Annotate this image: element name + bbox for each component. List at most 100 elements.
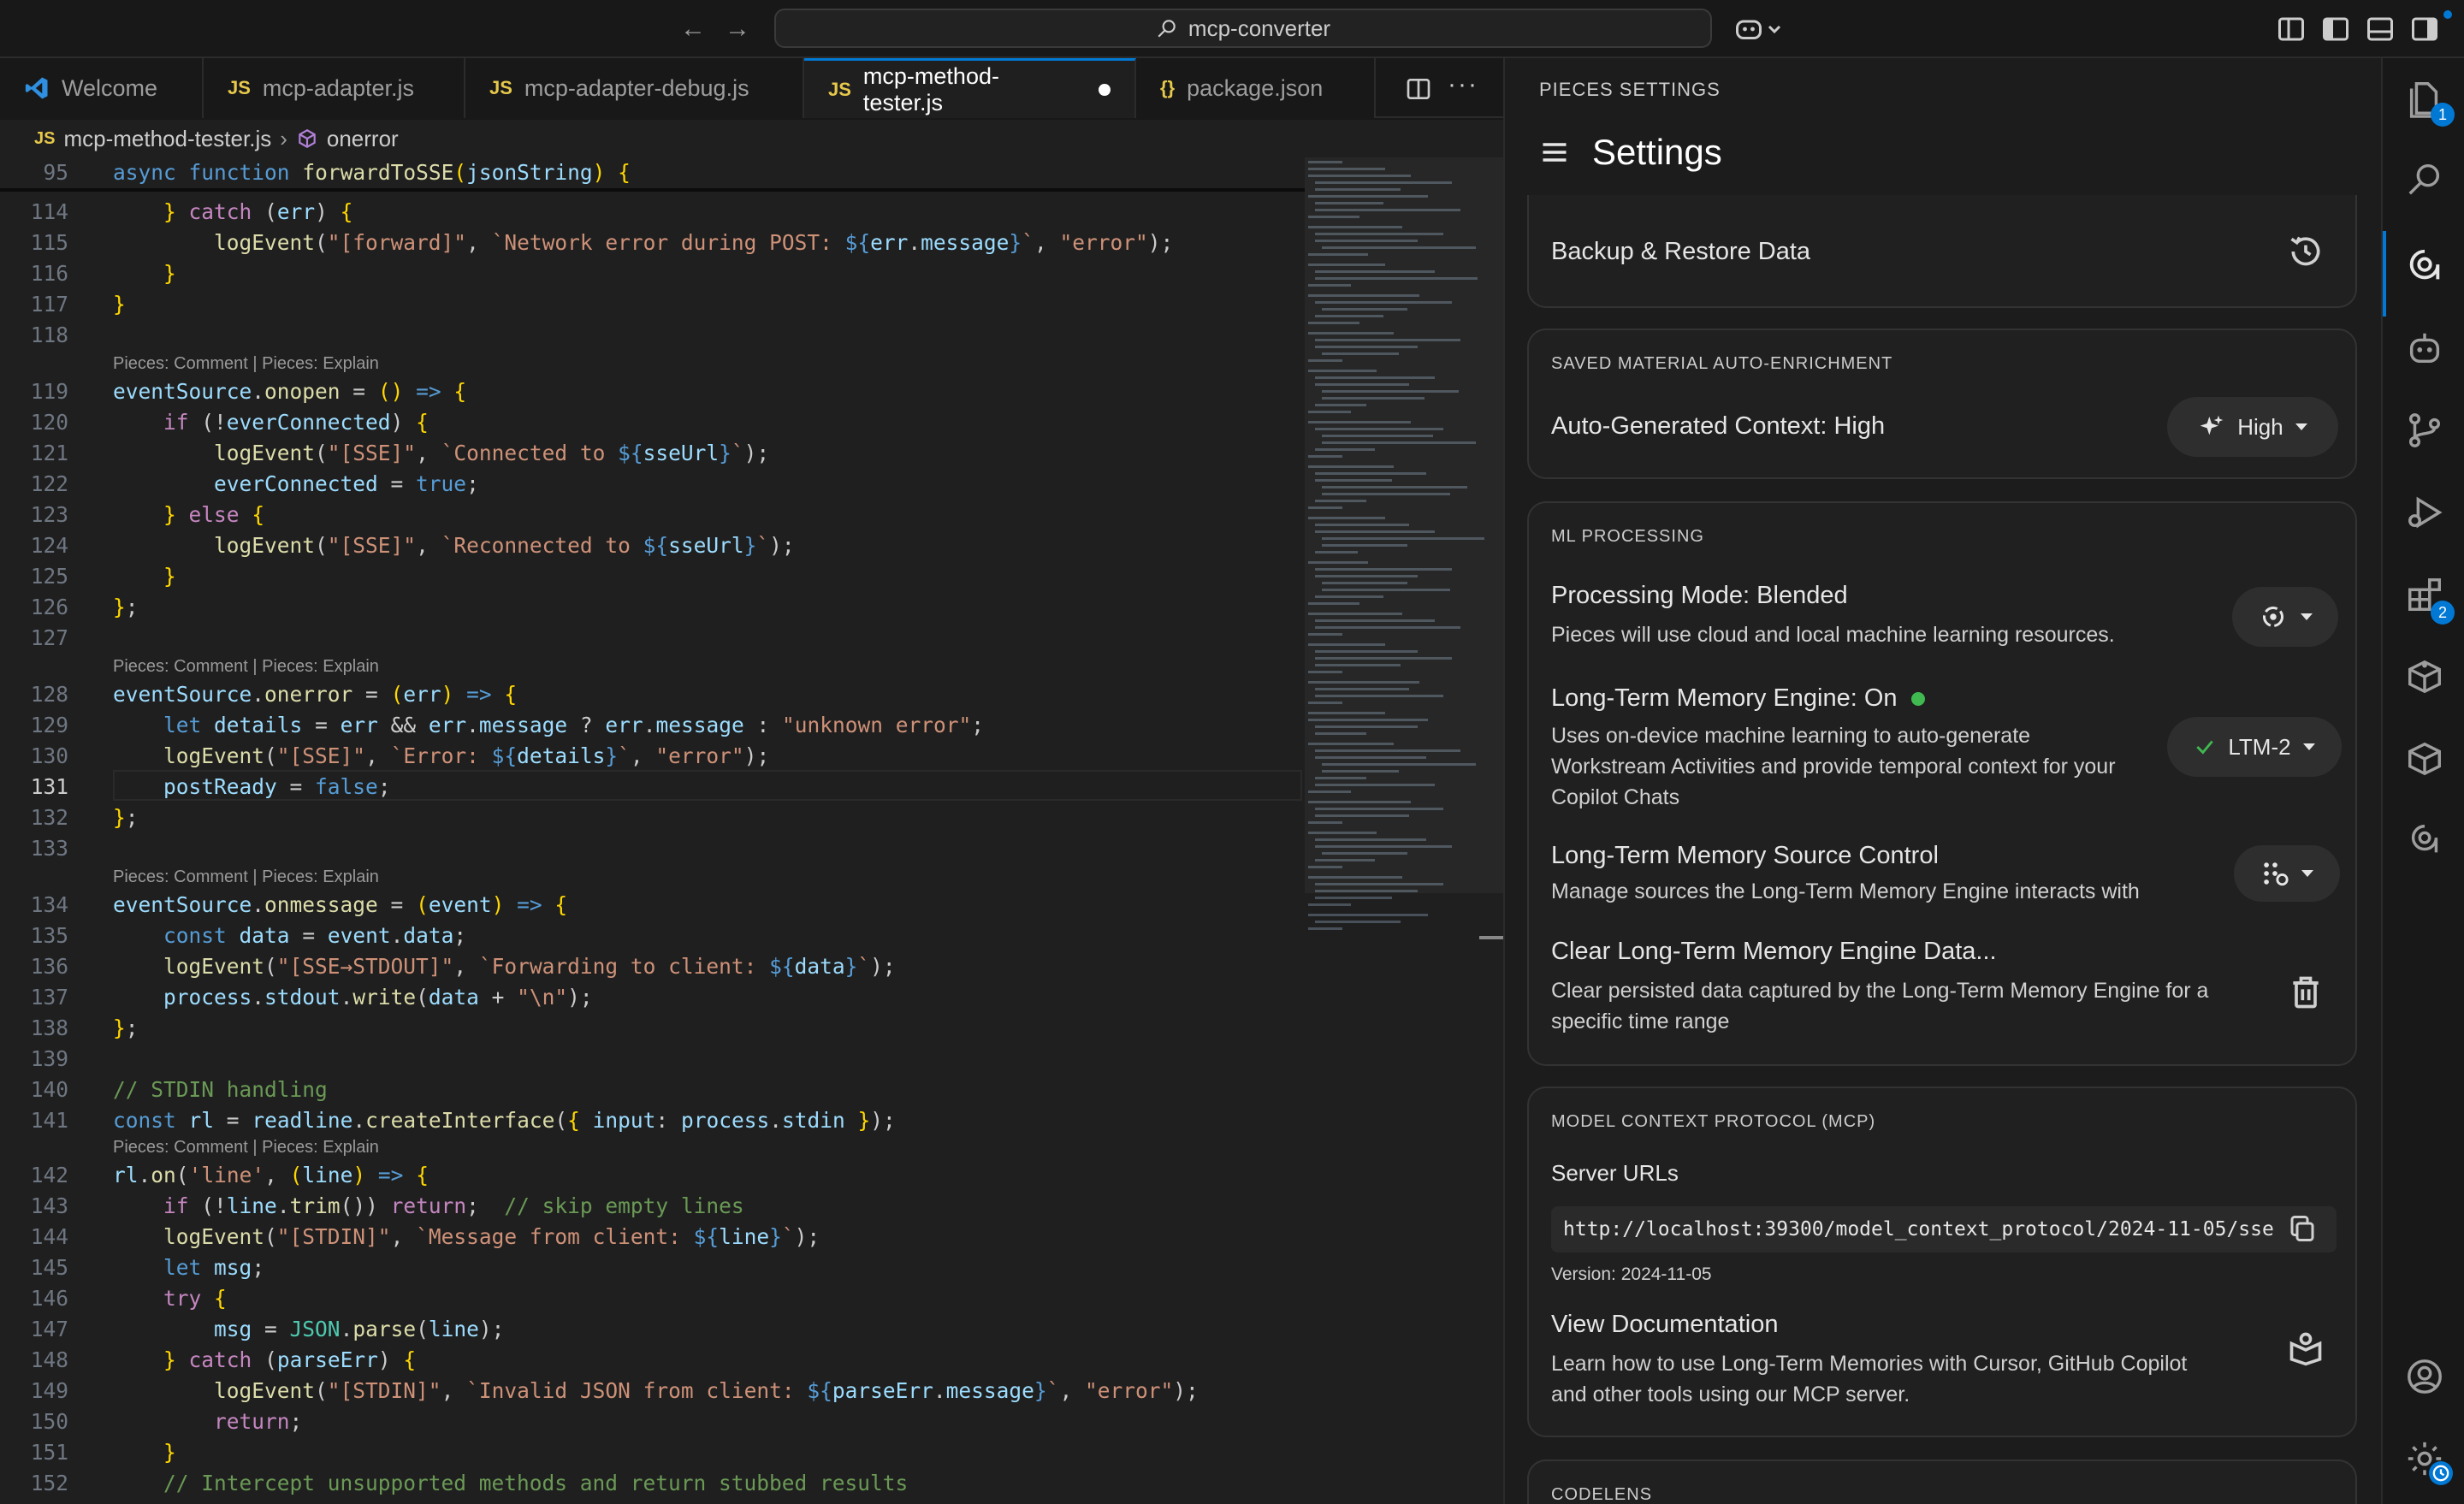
line-number: 152 bbox=[30, 1471, 68, 1495]
tab-welcome[interactable]: Welcome bbox=[0, 58, 204, 118]
source-control-icon[interactable] bbox=[2405, 411, 2444, 450]
symbol-cube-icon bbox=[299, 129, 316, 148]
cube-icon[interactable] bbox=[2405, 739, 2444, 779]
forward-arrow-icon[interactable]: → bbox=[720, 12, 755, 46]
tab-mcp-adapter[interactable]: JS mcp-adapter.js bbox=[204, 58, 465, 118]
hamburger-menu-icon[interactable] bbox=[1539, 137, 1570, 168]
code-line-143[interactable]: 143 if (!line.trim()) return; // skip em… bbox=[0, 1191, 1300, 1222]
code-line-134[interactable]: 134 eventSource.onmessage = (event) => { bbox=[0, 890, 1300, 921]
source-control-dropdown[interactable] bbox=[2234, 845, 2340, 902]
toggle-primary-sidebar-icon[interactable] bbox=[2320, 14, 2351, 44]
enrichment-level-dropdown[interactable]: High bbox=[2167, 397, 2338, 457]
line-number: 134 bbox=[30, 892, 68, 917]
run-and-debug-icon[interactable] bbox=[2405, 493, 2444, 532]
code-line-114[interactable]: 114 } catch (err) { bbox=[0, 197, 1300, 228]
breadcrumb-symbol[interactable]: onerror bbox=[327, 126, 399, 152]
code-line-145[interactable]: 145 let msg; bbox=[0, 1252, 1300, 1283]
breadcrumb-file[interactable]: mcp-method-tester.js bbox=[63, 126, 271, 152]
line-number: 147 bbox=[30, 1317, 68, 1341]
pieces-drive-icon[interactable] bbox=[2405, 821, 2444, 861]
code-line-135[interactable]: 135 const data = event.data; bbox=[0, 921, 1300, 951]
unsaved-changes-dot[interactable] bbox=[1099, 83, 1111, 96]
code-line-120[interactable]: 120 if (!everConnected) { bbox=[0, 407, 1300, 438]
tab-package-json[interactable]: {} package.json bbox=[1136, 58, 1376, 118]
code-line-126[interactable]: 126}; bbox=[0, 592, 1300, 623]
line-number: 139 bbox=[30, 1046, 68, 1071]
code-line-150[interactable]: 150 return; bbox=[0, 1406, 1300, 1437]
pieces-codelens[interactable]: Pieces: Comment | Pieces: Explain bbox=[113, 351, 379, 376]
history-icon[interactable] bbox=[2287, 233, 2325, 270]
code-line-138[interactable]: 138}; bbox=[0, 1013, 1300, 1044]
code-line-121[interactable]: 121 logEvent("[SSE]", `Connected to ${ss… bbox=[0, 438, 1300, 469]
code-line-141[interactable]: 141 const rl = readline.createInterface({… bbox=[0, 1105, 1300, 1136]
code-line-130[interactable]: 130 logEvent("[SSE]", `Error: ${details}… bbox=[0, 741, 1300, 772]
trash-icon[interactable] bbox=[2287, 974, 2325, 1011]
code-line-148[interactable]: 148 } catch (parseErr) { bbox=[0, 1345, 1300, 1376]
code-line-144[interactable]: 144 logEvent("[STDIN]", `Message from cl… bbox=[0, 1222, 1300, 1252]
code-line-122[interactable]: 122 everConnected = true; bbox=[0, 469, 1300, 500]
copilot-icon[interactable] bbox=[1733, 14, 1764, 44]
code-line-125[interactable]: 125 } bbox=[0, 561, 1300, 592]
more-actions-icon[interactable]: ··· bbox=[1448, 70, 1478, 99]
processing-mode-dropdown[interactable] bbox=[2232, 587, 2338, 647]
code-line-133[interactable]: 133 bbox=[0, 833, 1300, 864]
panel-header: PIECES SETTINGS bbox=[1539, 79, 1721, 100]
code-line-131[interactable]: 131 postReady = false; bbox=[0, 772, 1300, 802]
tab-label: mcp-adapter-debug.js bbox=[524, 74, 749, 101]
code-line-140[interactable]: 140// STDIN handling bbox=[0, 1075, 1300, 1105]
ltm-version-dropdown[interactable]: LTM-2 bbox=[2167, 717, 2342, 777]
view-documentation-title[interactable]: View Documentation bbox=[1551, 1311, 1778, 1339]
chevron-down-icon[interactable] bbox=[1766, 14, 1783, 44]
search-icon[interactable] bbox=[2405, 159, 2444, 198]
code-line-128[interactable]: 128 eventSource.onerror = (err) => { bbox=[0, 679, 1300, 710]
code-line-117[interactable]: 117} bbox=[0, 289, 1300, 320]
tab-mcp-method-tester[interactable]: JS mcp-method-tester.js bbox=[804, 58, 1136, 118]
code-line-137[interactable]: 137 process.stdout.write(data + "\n"); bbox=[0, 982, 1300, 1013]
mcp-server-url-field[interactable]: http://localhost:39300/model_context_pro… bbox=[1551, 1206, 2337, 1252]
copy-icon[interactable] bbox=[2287, 1213, 2318, 1244]
backup-card: Backup & Restore Data bbox=[1527, 195, 2357, 308]
code-line-146[interactable]: 146 try { bbox=[0, 1283, 1300, 1314]
code-line-149[interactable]: 149 logEvent("[STDIN]", `Invalid JSON fr… bbox=[0, 1376, 1300, 1406]
code-line-123[interactable]: 123 } else { bbox=[0, 500, 1300, 530]
code-line-147[interactable]: 147 msg = JSON.parse(line); bbox=[0, 1314, 1300, 1345]
tab-label: mcp-adapter.js bbox=[262, 74, 415, 101]
code-line-142[interactable]: 142 rl.on('line', (line) => { bbox=[0, 1160, 1300, 1191]
toggle-panel-icon[interactable] bbox=[2365, 14, 2396, 44]
pieces-logo-icon[interactable] bbox=[2405, 246, 2444, 286]
pieces-codelens[interactable]: Pieces: Comment | Pieces: Explain bbox=[113, 1134, 379, 1160]
code-line-139[interactable]: 139 bbox=[0, 1044, 1300, 1075]
minimap[interactable] bbox=[1305, 157, 1503, 1504]
line-number: 151 bbox=[30, 1440, 68, 1465]
split-editor-icon[interactable] bbox=[1405, 75, 1432, 103]
documentation-book-icon[interactable] bbox=[2287, 1329, 2325, 1367]
line-number: 124 bbox=[30, 533, 68, 558]
extensions-badge: 2 bbox=[2431, 601, 2455, 625]
pieces-codelens[interactable]: Pieces: Comment | Pieces: Explain bbox=[113, 654, 379, 679]
tab-mcp-adapter-debug[interactable]: JS mcp-adapter-debug.js bbox=[465, 58, 804, 118]
code-line-116[interactable]: 116 } bbox=[0, 258, 1300, 289]
code-line-95[interactable]: 95 async function forwardToSSE(jsonString… bbox=[0, 157, 1300, 188]
code-line-124[interactable]: 124 logEvent("[SSE]", `Reconnected to ${… bbox=[0, 530, 1300, 561]
code-line-127[interactable]: 127 bbox=[0, 623, 1300, 654]
command-center-search[interactable]: mcp-converter bbox=[774, 9, 1712, 48]
clear-ltm-data-title: Clear Long-Term Memory Engine Data... bbox=[1551, 938, 1997, 965]
code-line-119[interactable]: 119 eventSource.onopen = () => { bbox=[0, 376, 1300, 407]
code-line-151[interactable]: 151 } bbox=[0, 1437, 1300, 1468]
code-line-118[interactable]: 118 bbox=[0, 320, 1300, 351]
code-line-152[interactable]: 152 // Intercept unsupported methods and… bbox=[0, 1468, 1300, 1499]
code-editor[interactable]: 95 async function forwardToSSE(jsonString… bbox=[0, 157, 1503, 1504]
package-box-icon[interactable] bbox=[2405, 657, 2444, 696]
copilot-chat-icon[interactable] bbox=[2405, 329, 2444, 368]
layout-customize-icon[interactable] bbox=[2276, 14, 2307, 44]
pieces-codelens[interactable]: Pieces: Comment | Pieces: Explain bbox=[113, 864, 379, 890]
code-line-132[interactable]: 132}; bbox=[0, 802, 1300, 833]
code-line-115[interactable]: 115 logEvent("[forward]", `Network error… bbox=[0, 228, 1300, 258]
code-line-129[interactable]: 129 let details = err && err.message ? e… bbox=[0, 710, 1300, 741]
backup-restore-label: Backup & Restore Data bbox=[1551, 238, 1811, 265]
back-arrow-icon[interactable]: ← bbox=[676, 12, 710, 46]
account-icon[interactable] bbox=[2405, 1357, 2444, 1396]
toggle-secondary-sidebar-icon[interactable] bbox=[2409, 14, 2440, 44]
code-line-136[interactable]: 136 logEvent("[SSE→STDOUT]", `Forwarding… bbox=[0, 951, 1300, 982]
line-number: 132 bbox=[30, 805, 68, 830]
